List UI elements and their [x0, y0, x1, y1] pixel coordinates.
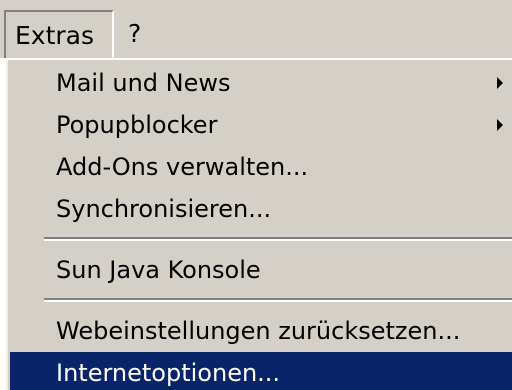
menu-item-label: Sun Java Konsole: [56, 256, 261, 284]
menu-item-label: Synchronisieren...: [56, 195, 272, 223]
menu-item-label: Webeinstellungen zurücksetzen...: [56, 317, 461, 345]
menu-item-popupblocker[interactable]: Popupblocker: [10, 104, 512, 146]
screenshot-stage: Extras ? Mail und News Popupblocker Add-…: [0, 0, 512, 390]
menu-extras[interactable]: Extras: [4, 10, 114, 58]
menu-item-sun-java-konsole[interactable]: Sun Java Konsole: [10, 249, 512, 291]
menu-item-synchronisieren[interactable]: Synchronisieren...: [10, 188, 512, 230]
menu-help-label: ?: [128, 19, 142, 48]
menu-item-internetoptionen[interactable]: Internetoptionen...: [10, 352, 512, 390]
menu-separator: [44, 298, 512, 302]
menu-item-mail-und-news[interactable]: Mail und News: [10, 62, 512, 104]
menu-item-label: Popupblocker: [56, 111, 218, 139]
menu-item-add-ons-verwalten[interactable]: Add-Ons verwalten...: [10, 146, 512, 188]
menu-separator: [44, 237, 512, 241]
menu-item-label: Add-Ons verwalten...: [56, 153, 309, 181]
chevron-right-icon: [497, 77, 503, 89]
chevron-right-icon: [497, 119, 503, 131]
extras-dropdown-menu: Mail und News Popupblocker Add-Ons verwa…: [4, 58, 512, 390]
menu-item-label: Mail und News: [56, 69, 231, 97]
menu-help[interactable]: ?: [128, 10, 168, 58]
menu-item-webeinstellungen-zuruecksetzen[interactable]: Webeinstellungen zurücksetzen...: [10, 310, 512, 352]
menu-bar: Extras ?: [0, 0, 512, 58]
menu-item-label: Internetoptionen...: [56, 359, 281, 387]
menu-extras-label: Extras: [15, 21, 95, 50]
